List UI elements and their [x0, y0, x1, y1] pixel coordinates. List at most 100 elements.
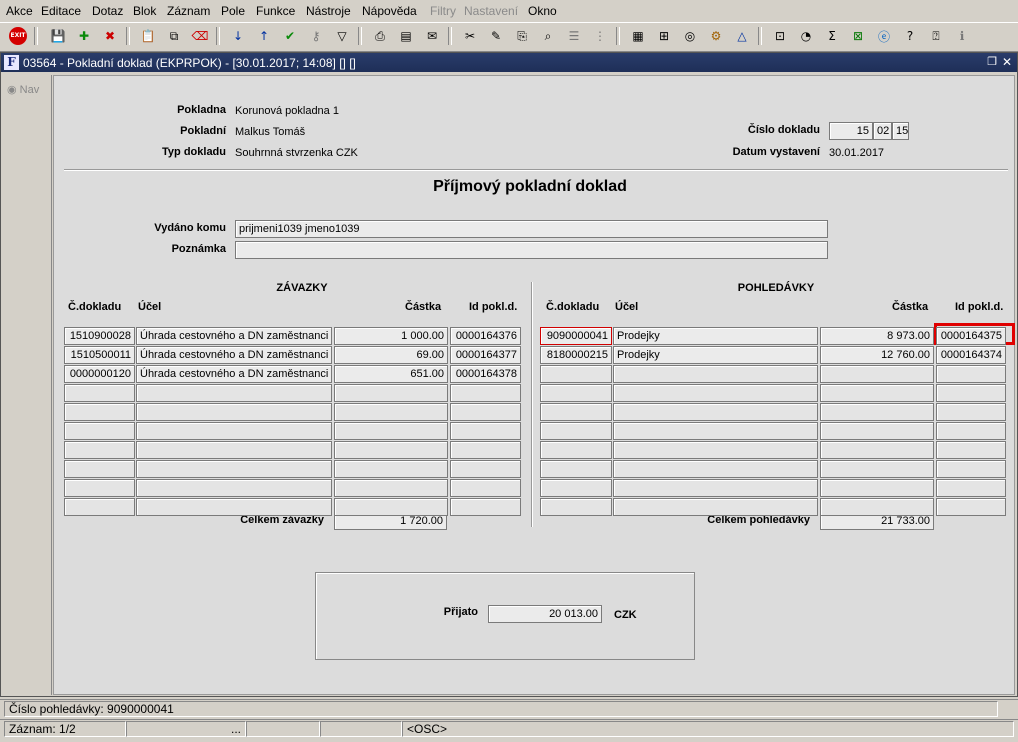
- calc-icon[interactable]: ▦: [628, 26, 648, 46]
- pohledavky-row-4-ucel[interactable]: [613, 384, 818, 402]
- confirm-icon[interactable]: ✔: [280, 26, 300, 46]
- zavazky-row-1-castka[interactable]: 1 000.00: [334, 327, 448, 345]
- zavazky-row-9-castka[interactable]: [334, 479, 448, 497]
- pohledavky-row-4-cislo[interactable]: [540, 384, 612, 402]
- pohledavky-row-6-ucel[interactable]: [613, 422, 818, 440]
- menu-filtry[interactable]: Filtry: [430, 4, 456, 18]
- zavazky-row-9-ucel[interactable]: [136, 479, 332, 497]
- pohledavky-row-7-id[interactable]: [936, 441, 1006, 459]
- sort-desc-icon[interactable]: ↑: [254, 26, 274, 46]
- pohledavky-row-5-id[interactable]: [936, 403, 1006, 421]
- zavazky-row-10-id[interactable]: [450, 498, 521, 516]
- ie-icon[interactable]: ⓔ: [874, 26, 894, 46]
- zavazky-row-4-cislo[interactable]: [64, 384, 135, 402]
- zavazky-row-7-ucel[interactable]: [136, 441, 332, 459]
- pohledavky-row-1-id[interactable]: 0000164375: [936, 327, 1006, 345]
- key-icon[interactable]: ⚷: [306, 26, 326, 46]
- pohledavky-row-6-cislo[interactable]: [540, 422, 612, 440]
- zavazky-row-8-id[interactable]: [450, 460, 521, 478]
- pohledavky-row-10-id[interactable]: [936, 498, 1006, 516]
- pohledavky-row-9-cislo[interactable]: [540, 479, 612, 497]
- cislo-dokladu-part2[interactable]: 02: [873, 122, 892, 140]
- zavazky-row-2-id[interactable]: 0000164377: [450, 346, 521, 364]
- zavazky-row-8-cislo[interactable]: [64, 460, 135, 478]
- zavazky-row-3-castka[interactable]: 651.00: [334, 365, 448, 383]
- sum-icon[interactable]: Σ: [822, 26, 842, 46]
- menu-zaznam[interactable]: Záznam: [167, 4, 210, 18]
- pohledavky-row-5-castka[interactable]: [820, 403, 934, 421]
- tree-icon[interactable]: ⋮: [590, 26, 610, 46]
- pohledavky-row-7-ucel[interactable]: [613, 441, 818, 459]
- zavazky-row-4-castka[interactable]: [334, 384, 448, 402]
- zavazky-row-10-cislo[interactable]: [64, 498, 135, 516]
- zavazky-row-6-id[interactable]: [450, 422, 521, 440]
- cislo-dokladu-part1[interactable]: 15: [829, 122, 873, 140]
- pohledavky-row-1-ucel[interactable]: Prodejky: [613, 327, 818, 345]
- pohledavky-row-5-cislo[interactable]: [540, 403, 612, 421]
- pohledavky-row-10-castka[interactable]: [820, 498, 934, 516]
- menu-blok[interactable]: Blok: [133, 4, 156, 18]
- pohledavky-row-2-castka[interactable]: 12 760.00: [820, 346, 934, 364]
- duplicate-icon[interactable]: ⧉: [164, 26, 184, 46]
- pohledavky-row-5-ucel[interactable]: [613, 403, 818, 421]
- exit-icon[interactable]: EXIT: [8, 26, 28, 46]
- search-icon[interactable]: ⌕: [538, 26, 558, 46]
- zavazky-row-10-castka[interactable]: [334, 498, 448, 516]
- attach-icon[interactable]: ⎘: [512, 26, 532, 46]
- zavazky-row-4-ucel[interactable]: [136, 384, 332, 402]
- zavazky-row-2-cislo[interactable]: 1510500011: [64, 346, 135, 364]
- chart-icon[interactable]: ◔: [796, 26, 816, 46]
- menu-nastaveni[interactable]: Nastavení: [464, 4, 518, 18]
- pohledavky-row-9-ucel[interactable]: [613, 479, 818, 497]
- vydano-komu-field[interactable]: prijmeni1039 jmeno1039: [235, 220, 828, 238]
- pohledavky-row-8-castka[interactable]: [820, 460, 934, 478]
- prijato-field[interactable]: 20 013.00: [488, 605, 602, 623]
- pohledavky-row-7-castka[interactable]: [820, 441, 934, 459]
- gear-icon[interactable]: ⚙: [706, 26, 726, 46]
- pohledavky-row-2-id[interactable]: 0000164374: [936, 346, 1006, 364]
- zavazky-row-6-castka[interactable]: [334, 422, 448, 440]
- zavazky-row-3-ucel[interactable]: Úhrada cestovného a DN zaměstnanci: [136, 365, 332, 383]
- pohledavky-row-6-id[interactable]: [936, 422, 1006, 440]
- pohledavky-row-8-ucel[interactable]: [613, 460, 818, 478]
- pohledavky-row-2-ucel[interactable]: Prodejky: [613, 346, 818, 364]
- print-icon[interactable]: ⎙: [370, 26, 390, 46]
- zavazky-row-1-id[interactable]: 0000164376: [450, 327, 521, 345]
- zavazky-row-6-cislo[interactable]: [64, 422, 135, 440]
- menu-okno[interactable]: Okno: [528, 4, 557, 18]
- pohledavky-row-3-ucel[interactable]: [613, 365, 818, 383]
- copy-icon[interactable]: 📋: [138, 26, 158, 46]
- menu-dotaz[interactable]: Dotaz: [92, 4, 123, 18]
- pohledavky-row-3-castka[interactable]: [820, 365, 934, 383]
- grid-icon[interactable]: ⊞: [654, 26, 674, 46]
- pohledavky-row-10-cislo[interactable]: [540, 498, 612, 516]
- mail-icon[interactable]: ✉: [422, 26, 442, 46]
- pohledavky-row-8-cislo[interactable]: [540, 460, 612, 478]
- help-context-icon[interactable]: ⍰: [926, 26, 946, 46]
- zavazky-row-5-cislo[interactable]: [64, 403, 135, 421]
- zavazky-row-6-ucel[interactable]: [136, 422, 332, 440]
- insert-record-icon[interactable]: ✚: [74, 26, 94, 46]
- menu-akce[interactable]: Akce: [6, 4, 33, 18]
- excel-icon[interactable]: ⊠: [848, 26, 868, 46]
- cislo-dokladu-part3[interactable]: 15: [892, 122, 909, 140]
- zavazky-row-5-ucel[interactable]: [136, 403, 332, 421]
- restore-window-icon[interactable]: ❐: [985, 55, 999, 69]
- print-preview-icon[interactable]: ▤: [396, 26, 416, 46]
- nav-label[interactable]: ◉ Nav: [7, 83, 39, 96]
- zavazky-row-1-ucel[interactable]: Úhrada cestovného a DN zaměstnanci: [136, 327, 332, 345]
- pohledavky-row-10-ucel[interactable]: [613, 498, 818, 516]
- pohledavky-row-3-id[interactable]: [936, 365, 1006, 383]
- menu-editace[interactable]: Editace: [41, 4, 81, 18]
- zavazky-row-2-castka[interactable]: 69.00: [334, 346, 448, 364]
- zavazky-row-4-id[interactable]: [450, 384, 521, 402]
- zavazky-row-7-castka[interactable]: [334, 441, 448, 459]
- pohledavky-row-1-castka[interactable]: 8 973.00: [820, 327, 934, 345]
- zavazky-row-9-id[interactable]: [450, 479, 521, 497]
- cut-icon[interactable]: ✂: [460, 26, 480, 46]
- zavazky-row-8-ucel[interactable]: [136, 460, 332, 478]
- menu-napoveda[interactable]: Nápověda: [362, 4, 417, 18]
- menu-nastroje[interactable]: Nástroje: [306, 4, 351, 18]
- pohledavky-row-4-castka[interactable]: [820, 384, 934, 402]
- zavazky-row-5-castka[interactable]: [334, 403, 448, 421]
